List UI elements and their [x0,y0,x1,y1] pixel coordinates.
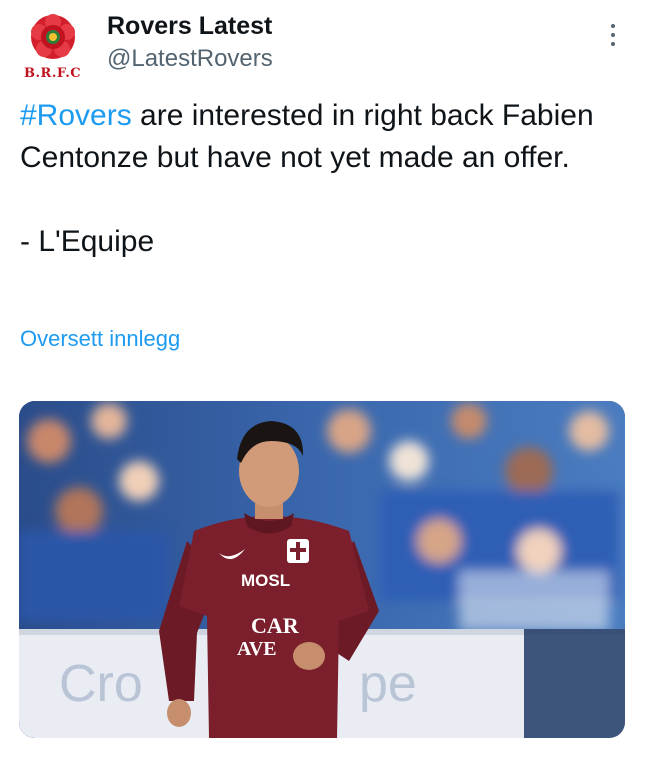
display-name[interactable]: Rovers Latest [107,12,272,41]
shirt-sponsor-bottom-1: CAR [251,613,300,638]
tweet-card[interactable]: B.R.F.C Rovers Latest @LatestRovers #Rov… [0,0,645,768]
hashtag-link[interactable]: #Rovers [20,99,132,132]
shirt-sponsor-top: MOSL [241,571,290,590]
translate-link[interactable]: Oversett innlegg [20,326,180,352]
avatar-label: B.R.F.C [24,66,82,81]
user-handle[interactable]: @LatestRovers [107,45,273,73]
avatar[interactable]: B.R.F.C [22,10,82,81]
board-text-right: pe [359,655,417,713]
tweet-source-line: - L'Equipe [20,225,155,258]
board-text-left: Cro [59,655,143,713]
more-vertical-icon[interactable] [603,24,623,50]
tweet-main-text: #Rovers are interested in right back Fab… [20,95,620,179]
tweet-media-photo[interactable]: Cro pe MOSL CAR AVE [19,401,625,738]
rose-crest-icon [28,12,78,62]
tweet-text: #Rovers are interested in right back Fab… [20,95,620,263]
shirt-sponsor-bottom-2: AVE [237,638,277,660]
